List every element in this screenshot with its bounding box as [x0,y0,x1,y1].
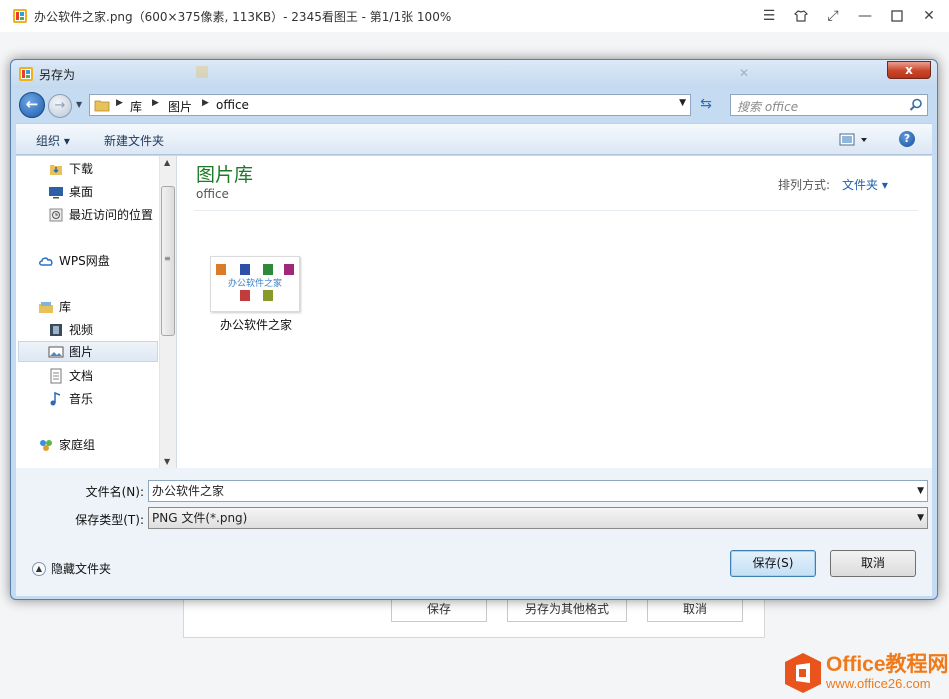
fullscreen-icon[interactable]: ⤢ [821,4,845,28]
hide-folders-label: 隐藏文件夹 [51,562,112,576]
office-suite-thumbnail-icon: 办公软件之家 [216,264,294,301]
filetype-select[interactable]: PNG 文件(*.png) ▼ [148,507,928,529]
breadcrumb-arrow-icon[interactable]: ▶ [202,98,209,108]
homegroup-icon [40,439,52,451]
save-options-area: 文件名(N): 办公软件之家 ▼ 保存类型(T): PNG 文件(*.png) … [16,468,932,596]
arrow-left-icon: ← [25,95,39,113]
ghost-close-icon: ✕ [739,66,750,80]
scroll-up-icon[interactable]: ▲ [164,158,170,167]
address-dropdown-icon[interactable]: ▼ [679,98,686,108]
navigation-pane: 下载 桌面 最近访问的位置 WPS网盘 库 视频 图片 文档 音乐 家庭组 ▲ … [16,156,176,468]
thumbnail-text: 办公软件之家 [228,277,282,289]
breadcrumb-pictures[interactable]: 图片 [168,98,192,115]
video-icon [50,323,62,336]
filetype-label: 保存类型(T): [75,513,144,527]
recent-places-icon [49,208,63,221]
filetype-dropdown-icon[interactable]: ▼ [917,508,924,528]
content-divider [194,210,918,211]
back-button[interactable]: ← [19,92,45,118]
library-title: 图片库 [196,164,254,186]
watermark: Office教程网 www.office26.com [784,652,949,694]
dialog-toolbar: 组织 ▾ 新建文件夹 ? [16,123,932,155]
nav-item-homegroup[interactable]: 家庭组 [38,434,176,455]
file-thumbnail: 办公软件之家 [210,256,300,312]
viewer-window-title: 办公软件之家.png（600×375像素, 113KB）- 2345看图王 - … [34,10,452,24]
dialog-close-button[interactable]: x [887,61,931,79]
help-button[interactable]: ? [899,131,915,147]
dialog-title-bar[interactable]: 另存为 ✕ x [11,60,937,88]
dialog-title: 另存为 [39,68,76,82]
search-input[interactable]: 搜索 office [730,94,928,116]
forward-button[interactable]: → [48,94,72,118]
dialog-app-icon [19,67,33,81]
hide-folders-toggle[interactable]: ▲ 隐藏文件夹 [32,560,111,577]
skin-icon[interactable] [789,4,813,28]
pictures-icon [48,346,64,357]
dialog-body: 下载 桌面 最近访问的位置 WPS网盘 库 视频 图片 文档 音乐 家庭组 ▲ … [16,156,932,468]
arrange-by-dropdown[interactable]: 文件夹 ▾ [842,176,888,193]
save-button[interactable]: 保存(S) [730,550,816,577]
breadcrumb-arrow-icon[interactable]: ▶ [116,98,123,108]
pane-divider[interactable] [176,156,177,468]
viewer-title-bar: 办公软件之家.png（600×375像素, 113KB）- 2345看图王 - … [0,0,949,32]
arrange-by-label: 排列方式: [778,178,831,192]
filename-value: 办公软件之家 [152,484,225,498]
filetype-value: PNG 文件(*.png) [152,511,248,525]
desktop-icon [49,186,63,198]
search-placeholder: 搜索 office [737,100,799,114]
nav-item-pictures[interactable]: 图片 [18,341,158,362]
save-as-dialog: 另存为 ✕ x ← → ▼ ▶ 库 ▶ 图片 ▶ office ▼ ⇆ 搜索 o… [10,59,938,600]
search-icon[interactable] [909,98,923,112]
maximize-icon[interactable] [885,4,909,28]
menu-icon[interactable]: ☰ [757,4,781,28]
library-icon [39,301,53,313]
chevron-up-icon: ▲ [32,561,46,576]
breadcrumb-library[interactable]: 库 [130,98,142,115]
recent-pages-dropdown-icon[interactable]: ▼ [76,100,86,110]
filename-input[interactable]: 办公软件之家 ▼ [148,480,928,502]
watermark-title: Office教程网 [826,653,949,676]
address-row: ← → ▼ ▶ 库 ▶ 图片 ▶ office ▼ ⇆ 搜索 office [11,88,937,122]
file-name: 办公软件之家 [219,318,292,332]
breadcrumb-arrow-icon[interactable]: ▶ [152,98,159,108]
organize-button[interactable]: 组织 ▾ [36,132,70,149]
close-icon[interactable]: ✕ [917,4,941,28]
arrow-right-icon: → [54,98,66,113]
watermark-url: www.office26.com [826,676,931,691]
download-folder-icon [50,164,62,175]
cloud-icon [39,256,53,266]
ghost-window-title [195,65,385,83]
nav-item-wps-cloud[interactable]: WPS网盘 [38,250,176,271]
navigation-scrollbar[interactable]: ▲ ≡ ▼ [159,156,176,468]
scroll-down-icon[interactable]: ▼ [164,457,170,466]
minimize-icon[interactable]: — [853,4,877,28]
filename-label: 文件名(N): [85,485,144,499]
cancel-button[interactable]: 取消 [830,550,916,577]
new-folder-button[interactable]: 新建文件夹 [104,132,164,149]
file-content-area: 图片库 office 排列方式: 文件夹 ▾ 办公软件之家 办公软件之家 [182,156,932,468]
filename-dropdown-icon[interactable]: ▼ [917,481,924,501]
viewer-app-icon [13,9,27,23]
folder-icon [94,100,110,112]
documents-icon [50,368,62,383]
scroll-grip-icon: ≡ [164,254,171,263]
nav-item-library[interactable]: 库 [38,296,176,317]
refresh-button[interactable]: ⇆ [695,94,717,116]
refresh-icon: ⇆ [700,96,712,112]
breadcrumb-office[interactable]: office [216,98,249,112]
office-logo-icon [785,653,821,693]
music-icon [50,391,61,405]
library-subtitle: office [196,187,229,201]
view-options-icon[interactable] [839,132,869,148]
address-bar[interactable]: ▶ 库 ▶ 图片 ▶ office ▼ [89,94,691,116]
file-item[interactable]: 办公软件之家 办公软件之家 [206,253,302,335]
